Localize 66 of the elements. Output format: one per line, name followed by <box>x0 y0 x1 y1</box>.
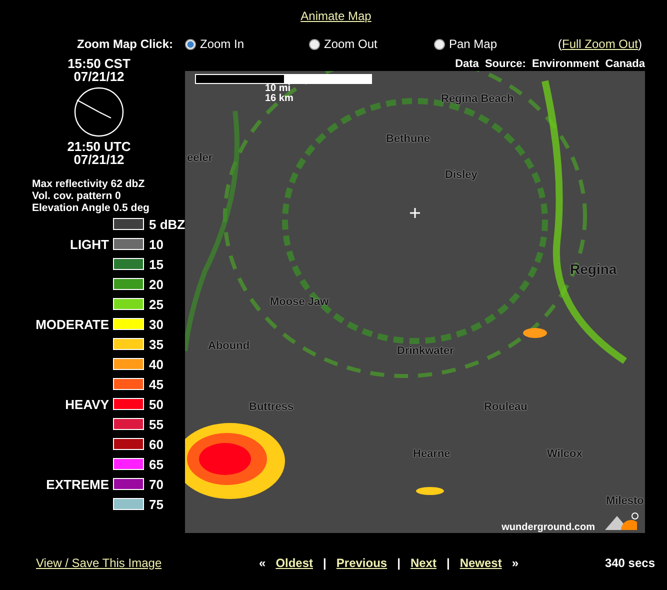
crosshair-icon <box>409 207 421 219</box>
place-label: Disley <box>445 169 478 181</box>
utc-date: 07/21/12 <box>72 153 124 166</box>
place-label: Rouleau <box>484 401 528 413</box>
dbz-value: 45 <box>149 376 164 392</box>
zoom-map-click-label: Zoom Map Click: <box>77 37 174 51</box>
dbz-value: 10 <box>149 236 164 252</box>
dbz-value: 30 <box>149 316 164 332</box>
view-save-image-link[interactable]: View / Save This Image <box>36 556 246 570</box>
dbz-value: 65 <box>149 456 164 472</box>
logo-icon <box>603 512 639 532</box>
navigation-link[interactable]: Next <box>410 556 436 570</box>
intensity-label: MODERATE <box>36 316 109 332</box>
dbz-value: 5 dBZ <box>149 216 186 232</box>
place-label: Bethune <box>386 133 430 145</box>
separator-text: | <box>446 556 450 570</box>
intensity-label: LIGHT <box>70 236 109 252</box>
dbz-value: 60 <box>149 436 164 452</box>
radar-info-text: Vol. cov. pattern 0 <box>32 190 122 202</box>
guillemet-text: « <box>259 556 266 570</box>
place-label: eeler <box>187 152 213 164</box>
frame-delay-text: 340 secs <box>604 556 655 570</box>
place-label: Milesto <box>606 495 644 507</box>
intensity-label: HEAVY <box>65 396 109 412</box>
local-date: 07/21/12 <box>72 70 124 83</box>
animate-map-link[interactable]: Animate Map <box>300 9 372 23</box>
separator-text: | <box>323 556 326 570</box>
place-label: Abound <box>208 340 250 352</box>
dbz-value: 25 <box>149 296 164 312</box>
separator-text: | <box>397 556 400 570</box>
navigation-link[interactable]: Oldest <box>276 556 314 570</box>
radio-button[interactable] <box>309 38 320 50</box>
dbz-value: 20 <box>149 276 164 292</box>
open-paren: ( <box>558 37 562 51</box>
zoom-mode-radio[interactable]: Zoom Out <box>309 37 434 51</box>
radar-info-text: Elevation Angle 0.5 deg <box>32 202 150 214</box>
full-zoom-out-link[interactable]: Full Zoom Out <box>562 37 638 51</box>
dbz-value: 70 <box>149 476 164 492</box>
navigation-link[interactable]: Previous <box>336 556 388 570</box>
scale-label: 10 mi <box>265 84 291 94</box>
scale-label: 16 km <box>265 94 294 104</box>
place-label: Drinkwater <box>397 345 454 357</box>
clock-icon <box>73 86 125 138</box>
radar-info-text: Max reflectivity 62 dbZ <box>32 178 146 190</box>
place-label: Buttress <box>249 401 294 413</box>
dbz-value: 55 <box>149 416 164 432</box>
local-time: 15:50 CST <box>66 57 130 70</box>
radio-button[interactable] <box>185 38 196 50</box>
close-paren: ) <box>638 37 642 51</box>
branding-text: wunderground.com <box>502 522 595 533</box>
dbz-value: 35 <box>149 336 164 352</box>
radio-button[interactable] <box>434 38 445 50</box>
intensity-label: EXTREME <box>46 476 109 492</box>
utc-time: 21:50 UTC <box>66 140 131 153</box>
data-source-text: Data Source: Environment Canada <box>454 57 645 71</box>
dbz-value: 50 <box>149 396 164 412</box>
dbz-value: 40 <box>149 356 164 372</box>
dbz-value: 75 <box>149 496 164 512</box>
zoom-mode-radio[interactable]: Pan Map <box>434 37 558 51</box>
navigation-link[interactable]: Newest <box>460 556 502 570</box>
place-label: Regina Beach <box>441 93 514 105</box>
place-label: Wilcox <box>547 448 582 460</box>
guillemet-text: » <box>512 556 519 570</box>
zoom-mode-radio[interactable]: Zoom In <box>185 37 309 51</box>
place-label: Hearne <box>413 448 450 460</box>
dbz-value: 15 <box>149 256 164 272</box>
